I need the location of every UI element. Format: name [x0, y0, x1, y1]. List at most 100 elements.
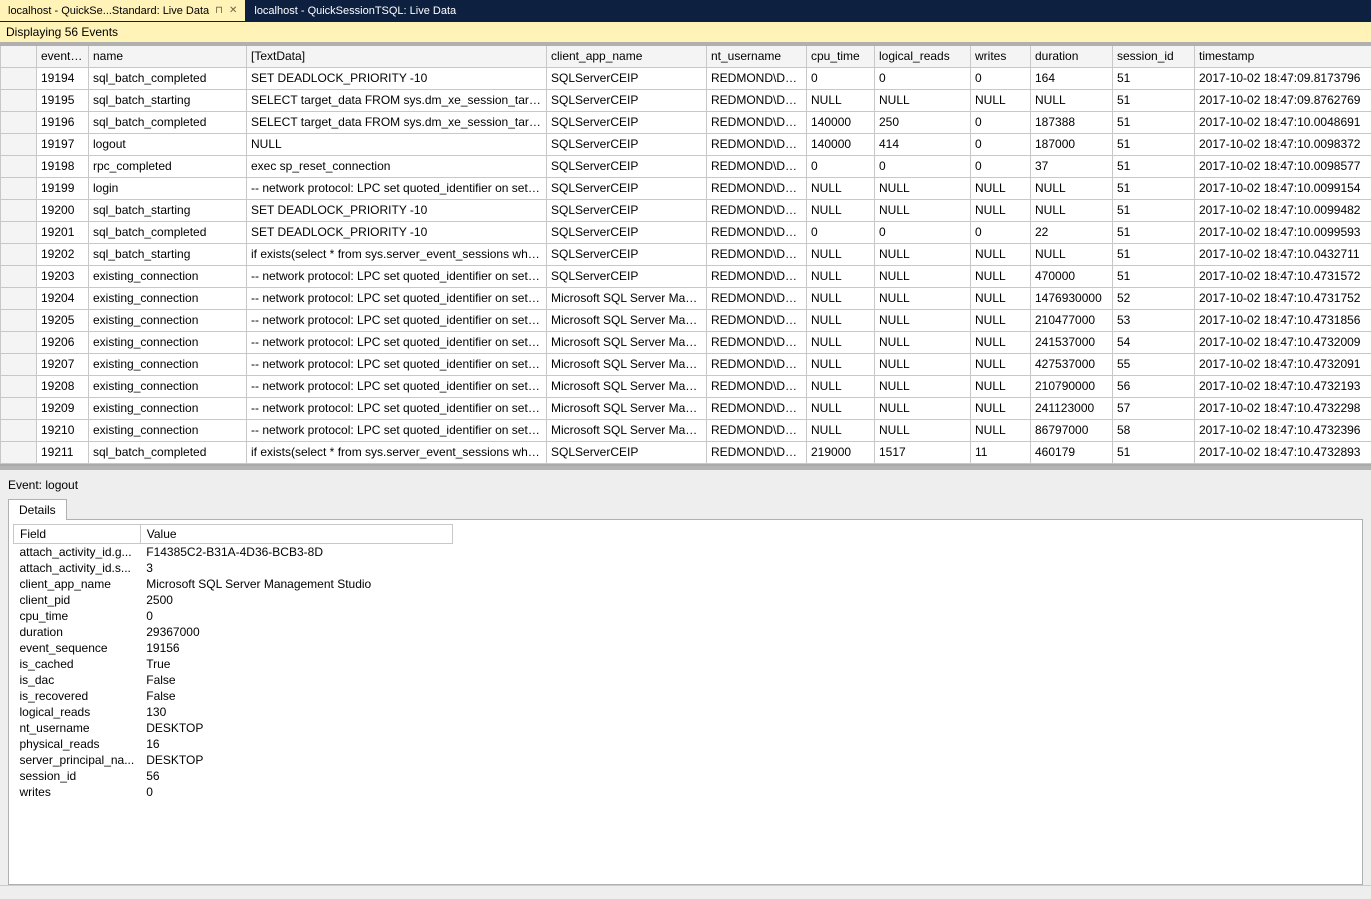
cell-sess[interactable]: 51 [1113, 111, 1195, 133]
events-grid-container[interactable]: event_... name [TextData] client_app_nam… [0, 44, 1371, 466]
cell-app[interactable]: Microsoft SQL Server Manage... [547, 309, 707, 331]
cell-app[interactable]: SQLServerCEIP [547, 243, 707, 265]
cell-cpu[interactable]: NULL [807, 331, 875, 353]
detail-row[interactable]: client_pid2500 [14, 592, 453, 608]
cell-dur[interactable]: 470000 [1031, 265, 1113, 287]
cell-event[interactable]: 19199 [37, 177, 89, 199]
cell-name[interactable]: sql_batch_starting [89, 199, 247, 221]
cell-ts[interactable]: 2017-10-02 18:47:10.0099593 [1195, 221, 1371, 243]
col-duration[interactable]: duration [1031, 45, 1113, 67]
cell-sess[interactable]: 57 [1113, 397, 1195, 419]
cell-dur[interactable]: 241123000 [1031, 397, 1113, 419]
cell-cpu[interactable]: 0 [807, 221, 875, 243]
cell-event[interactable]: 19211 [37, 441, 89, 463]
cell-text[interactable]: -- network protocol: LPC set quoted_iden… [247, 309, 547, 331]
cell-ts[interactable]: 2017-10-02 18:47:10.4731572 [1195, 265, 1371, 287]
cell-sess[interactable]: 51 [1113, 221, 1195, 243]
details-panel[interactable]: Field Value attach_activity_id.g...F1438… [8, 519, 1363, 886]
table-row[interactable]: 19200sql_batch_startingSET DEADLOCK_PRIO… [1, 199, 1371, 221]
cell-cpu[interactable]: NULL [807, 419, 875, 441]
cell-ts[interactable]: 2017-10-02 18:47:10.0048691 [1195, 111, 1371, 133]
cell-nt[interactable]: REDMOND\DES... [707, 441, 807, 463]
table-row[interactable]: 19202sql_batch_startingif exists(select … [1, 243, 1371, 265]
cell-dur[interactable]: NULL [1031, 89, 1113, 111]
cell-writes[interactable]: NULL [971, 287, 1031, 309]
cell-dur[interactable]: 210477000 [1031, 309, 1113, 331]
cell-sess[interactable]: 54 [1113, 331, 1195, 353]
row-header[interactable] [1, 89, 37, 111]
cell-ts[interactable]: 2017-10-02 18:47:10.0099154 [1195, 177, 1371, 199]
cell-nt[interactable]: REDMOND\DES... [707, 309, 807, 331]
cell-nt[interactable]: REDMOND\DES... [707, 111, 807, 133]
cell-ts[interactable]: 2017-10-02 18:47:10.4731856 [1195, 309, 1371, 331]
row-header[interactable] [1, 353, 37, 375]
table-row[interactable]: 19205existing_connection-- network proto… [1, 309, 1371, 331]
cell-text[interactable]: -- network protocol: LPC set quoted_iden… [247, 375, 547, 397]
row-header[interactable] [1, 309, 37, 331]
cell-name[interactable]: sql_batch_completed [89, 111, 247, 133]
col-name[interactable]: name [89, 45, 247, 67]
cell-nt[interactable]: REDMOND\DES... [707, 199, 807, 221]
cell-app[interactable]: Microsoft SQL Server Manage... [547, 419, 707, 441]
cell-app[interactable]: SQLServerCEIP [547, 441, 707, 463]
cell-name[interactable]: sql_batch_starting [89, 89, 247, 111]
detail-row[interactable]: physical_reads16 [14, 736, 453, 752]
cell-name[interactable]: existing_connection [89, 375, 247, 397]
cell-app[interactable]: SQLServerCEIP [547, 221, 707, 243]
cell-text[interactable]: SET DEADLOCK_PRIORITY -10 [247, 199, 547, 221]
cell-event[interactable]: 19196 [37, 111, 89, 133]
table-row[interactable]: 19197logoutNULLSQLServerCEIPREDMOND\DES.… [1, 133, 1371, 155]
cell-app[interactable]: SQLServerCEIP [547, 67, 707, 89]
cell-lread[interactable]: 414 [875, 133, 971, 155]
col-nt-username[interactable]: nt_username [707, 45, 807, 67]
cell-event[interactable]: 19195 [37, 89, 89, 111]
cell-cpu[interactable]: 219000 [807, 441, 875, 463]
cell-lread[interactable]: NULL [875, 89, 971, 111]
cell-cpu[interactable]: 140000 [807, 111, 875, 133]
cell-sess[interactable]: 56 [1113, 375, 1195, 397]
cell-text[interactable]: -- network protocol: LPC set quoted_iden… [247, 331, 547, 353]
close-icon[interactable]: ✕ [229, 5, 237, 16]
detail-row[interactable]: cpu_time0 [14, 608, 453, 624]
cell-event[interactable]: 19201 [37, 221, 89, 243]
cell-ts[interactable]: 2017-10-02 18:47:10.4732893 [1195, 441, 1371, 463]
table-row[interactable]: 19208existing_connection-- network proto… [1, 375, 1371, 397]
cell-ts[interactable]: 2017-10-02 18:47:10.4731752 [1195, 287, 1371, 309]
cell-text[interactable]: SELECT target_data FROM sys.dm_xe_sessio… [247, 111, 547, 133]
cell-name[interactable]: existing_connection [89, 265, 247, 287]
detail-row[interactable]: event_sequence19156 [14, 640, 453, 656]
cell-dur[interactable]: NULL [1031, 243, 1113, 265]
cell-writes[interactable]: 0 [971, 111, 1031, 133]
cell-lread[interactable]: 0 [875, 155, 971, 177]
cell-ts[interactable]: 2017-10-02 18:47:10.0098372 [1195, 133, 1371, 155]
details-col-field[interactable]: Field [14, 524, 141, 543]
cell-app[interactable]: Microsoft SQL Server Manage... [547, 353, 707, 375]
cell-writes[interactable]: NULL [971, 265, 1031, 287]
cell-cpu[interactable]: NULL [807, 309, 875, 331]
col-writes[interactable]: writes [971, 45, 1031, 67]
cell-cpu[interactable]: NULL [807, 177, 875, 199]
row-header[interactable] [1, 419, 37, 441]
row-header[interactable] [1, 67, 37, 89]
cell-name[interactable]: logout [89, 133, 247, 155]
cell-cpu[interactable]: NULL [807, 353, 875, 375]
cell-dur[interactable]: NULL [1031, 199, 1113, 221]
col-event-seq[interactable]: event_... [37, 45, 89, 67]
pin-icon[interactable]: ⊓ [215, 5, 223, 16]
cell-nt[interactable]: REDMOND\DES... [707, 133, 807, 155]
cell-cpu[interactable]: 0 [807, 67, 875, 89]
detail-row[interactable]: writes0 [14, 784, 453, 800]
cell-writes[interactable]: NULL [971, 353, 1031, 375]
cell-ts[interactable]: 2017-10-02 18:47:10.4732009 [1195, 331, 1371, 353]
cell-ts[interactable]: 2017-10-02 18:47:10.0099482 [1195, 199, 1371, 221]
table-row[interactable]: 19207existing_connection-- network proto… [1, 353, 1371, 375]
cell-nt[interactable]: REDMOND\DES... [707, 67, 807, 89]
cell-text[interactable]: SET DEADLOCK_PRIORITY -10 [247, 221, 547, 243]
cell-lread[interactable]: NULL [875, 177, 971, 199]
table-row[interactable]: 19194sql_batch_completedSET DEADLOCK_PRI… [1, 67, 1371, 89]
row-header[interactable] [1, 177, 37, 199]
cell-event[interactable]: 19206 [37, 331, 89, 353]
cell-sess[interactable]: 53 [1113, 309, 1195, 331]
cell-name[interactable]: existing_connection [89, 419, 247, 441]
detail-row[interactable]: logical_reads130 [14, 704, 453, 720]
